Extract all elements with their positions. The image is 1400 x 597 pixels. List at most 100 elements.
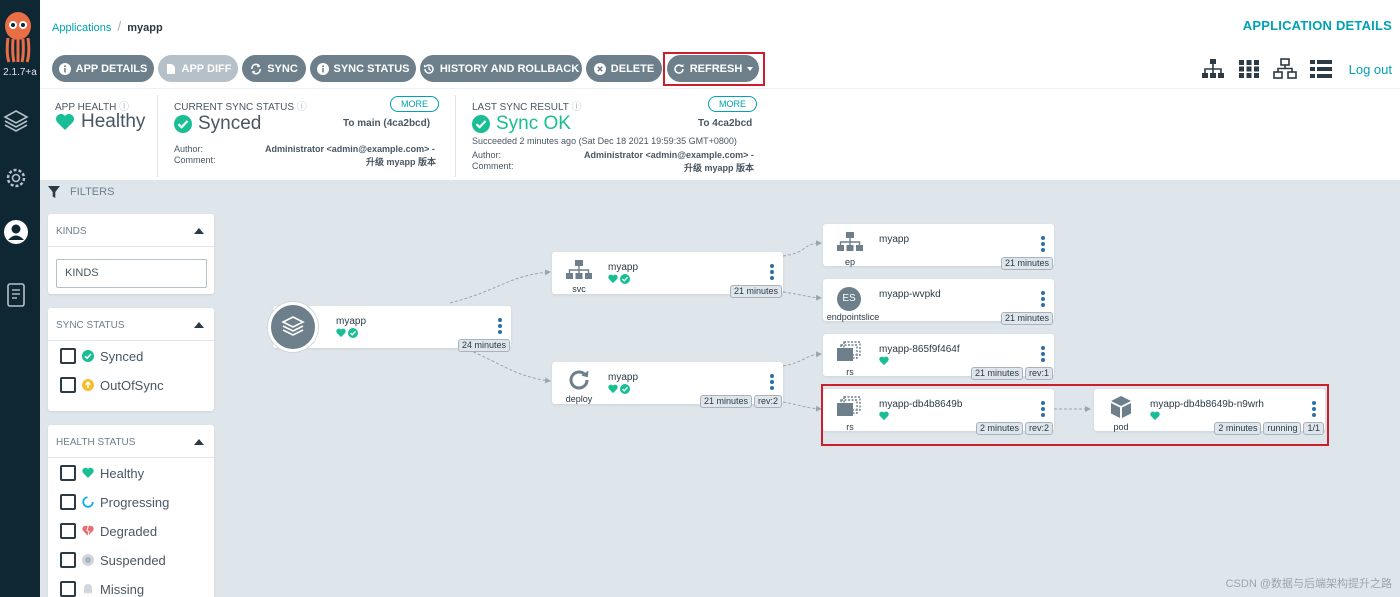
version-label: 2.1.7+a <box>3 67 37 78</box>
file-icon <box>166 63 175 74</box>
delete-button[interactable]: DELETE <box>586 55 662 82</box>
age-tag: 21 minutes <box>970 367 1023 380</box>
page-title: APPLICATION DETAILS <box>1242 18 1392 33</box>
app-diff-button[interactable]: APP DIFF <box>158 55 238 82</box>
sync-status-label: SYNC STATUS <box>333 62 410 75</box>
node-menu-icon[interactable] <box>1041 346 1045 364</box>
node-tags: 21 minutes <box>1000 257 1053 270</box>
deployment-icon <box>569 370 589 390</box>
info-icon <box>316 62 329 75</box>
help-icon: ⓘ <box>296 102 307 113</box>
node-kind: endpointslice <box>826 312 880 322</box>
watermark: CSDN @数据与后端架构提升之路 <box>1225 578 1392 590</box>
node-name: myapp-865f9f464f <box>879 344 960 355</box>
node-name: myapp-wvpkd <box>879 289 941 300</box>
breadcrumb-current: myapp <box>127 22 163 34</box>
ep-node[interactable]: ep myapp 21 minutes <box>823 224 1054 270</box>
revision-tag: rev:1 <box>1024 367 1053 380</box>
last-sync-value: Sync OK <box>472 113 571 135</box>
breadcrumb-applications-link[interactable]: Applications <box>52 22 111 34</box>
node-status-icons <box>336 328 358 338</box>
node-tags: 24 minutes <box>457 339 510 352</box>
status-panel: APP HEALTH ⓘ Healthy CURRENT SYNC STATUS… <box>40 88 1400 180</box>
app-health-text: Healthy <box>81 111 146 132</box>
node-tags: 21 minutes rev:1 <box>970 367 1053 380</box>
node-tags: 21 minutes <box>1000 312 1053 325</box>
sync-arrows-icon <box>251 63 262 74</box>
sync-comment-label: Comment: <box>174 155 216 165</box>
app-details-label: APP DETAILS <box>75 62 148 75</box>
delete-x-icon <box>593 62 606 75</box>
heart-icon <box>56 114 74 130</box>
edge-deploy-rs1 <box>782 351 822 367</box>
endpointslice-node[interactable]: ES endpointslice myapp-wvpkd 21 minutes <box>823 279 1054 325</box>
sync-more-button[interactable]: MORE <box>390 96 439 112</box>
node-name: myapp <box>879 234 910 245</box>
new-replicaset-highlight-box <box>821 384 1329 446</box>
check-circle-icon <box>620 384 630 394</box>
argo-logo-icon[interactable] <box>3 10 33 64</box>
network-view-icon[interactable] <box>1272 58 1297 80</box>
endpoints-icon <box>837 232 863 251</box>
last-sync-comment: 升级 myapp 版本 <box>684 163 755 173</box>
replicaset-node-rev1[interactable]: rs myapp-865f9f464f 21 minutes rev:1 <box>823 334 1054 380</box>
service-icon <box>566 260 592 279</box>
breadcrumb-separator: / <box>117 18 122 34</box>
history-icon <box>423 63 434 74</box>
sync-button[interactable]: SYNC <box>242 55 306 82</box>
check-circle-icon <box>174 115 192 133</box>
edge-svc-ep <box>782 240 822 257</box>
last-sync-more-button[interactable]: MORE <box>708 96 757 112</box>
node-name: myapp <box>608 262 639 273</box>
view-switcher: Log out <box>1201 58 1392 80</box>
svc-node[interactable]: svc myapp 21 minutes <box>552 252 783 298</box>
age-tag: 21 minutes <box>1000 257 1053 270</box>
sync-author-label: Author: <box>174 144 204 154</box>
node-menu-icon[interactable] <box>1041 291 1045 309</box>
logout-link[interactable]: Log out <box>1349 62 1392 77</box>
help-icon: ⓘ <box>571 102 582 113</box>
edge-svc-endpointslice <box>782 291 822 301</box>
node-menu-icon[interactable] <box>770 374 774 392</box>
action-bar: APP DETAILS APP DIFF SYNC SYNC STATUS HI… <box>40 50 1400 88</box>
node-kind: svc <box>572 284 586 294</box>
history-rollback-button[interactable]: HISTORY AND ROLLBACK <box>420 55 582 82</box>
documentation-icon[interactable] <box>3 282 29 308</box>
info-icon <box>58 62 71 75</box>
sync-label: SYNC <box>267 62 298 75</box>
last-sync-text: Sync OK <box>496 113 571 134</box>
node-name: myapp <box>608 372 639 383</box>
node-menu-icon[interactable] <box>1041 236 1045 254</box>
app-health-value: Healthy <box>55 111 145 133</box>
node-menu-icon[interactable] <box>770 264 774 282</box>
app-diff-label: APP DIFF <box>181 62 232 75</box>
replicaset-icon <box>837 341 861 361</box>
check-circle-icon <box>348 328 358 338</box>
app-details-button[interactable]: APP DETAILS <box>52 55 154 82</box>
node-status-icons <box>608 384 630 394</box>
node-tags: 21 minutes <box>729 285 782 298</box>
breadcrumb: Applications / myapp <box>52 18 163 34</box>
last-sync-comment-label: Comment: <box>472 161 514 171</box>
node-status-icons <box>879 356 889 366</box>
last-sync-target: To 4ca2bcd <box>698 118 753 129</box>
list-view-icon[interactable] <box>1309 58 1333 80</box>
node-status-icons <box>608 274 630 284</box>
deploy-node[interactable]: deploy myapp 21 minutes rev:2 <box>552 362 783 408</box>
refresh-highlight-box <box>663 52 765 86</box>
heart-icon <box>879 356 889 366</box>
applications-layers-icon[interactable] <box>3 108 29 134</box>
settings-gear-icon[interactable] <box>3 165 29 191</box>
sync-status-button[interactable]: SYNC STATUS <box>310 55 416 82</box>
check-circle-icon <box>620 274 630 284</box>
pods-grid-view-icon[interactable] <box>1237 58 1261 80</box>
tree-view-icon[interactable] <box>1201 58 1225 80</box>
sync-target: To main (4ca2bcd) <box>343 118 431 129</box>
layers-icon <box>281 316 305 336</box>
user-info-icon[interactable] <box>3 219 29 245</box>
divider <box>455 95 456 177</box>
node-kind: deploy <box>565 394 593 404</box>
revision-tag: rev:2 <box>753 395 782 408</box>
sync-status-value: Synced <box>174 113 261 135</box>
node-menu-icon[interactable] <box>498 318 502 336</box>
